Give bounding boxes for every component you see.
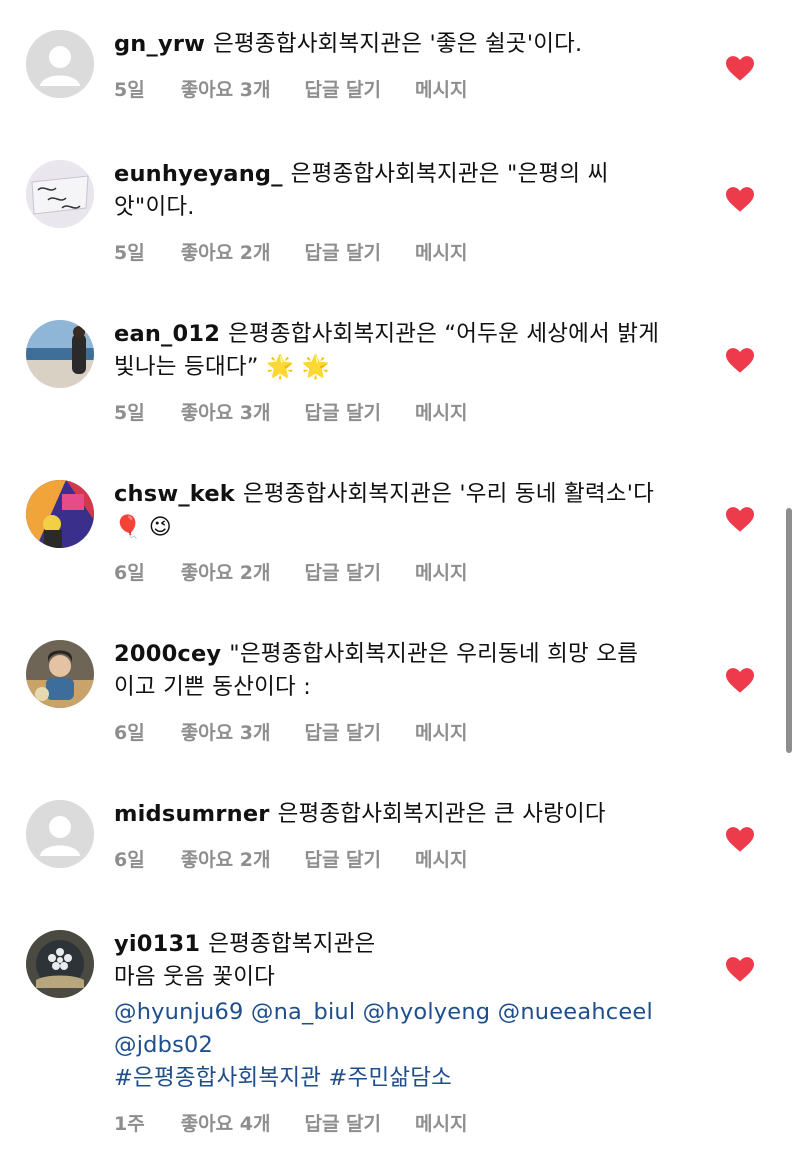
flower-avatar[interactable] [26, 930, 94, 998]
reply-button[interactable]: 답글 달기 [304, 75, 381, 102]
reply-button[interactable]: 답글 달기 [304, 558, 381, 585]
message-button[interactable]: 메시지 [415, 558, 467, 585]
likes-count[interactable]: 좋아요 3개 [181, 398, 271, 425]
message-button[interactable]: 메시지 [415, 718, 467, 745]
likes-count[interactable]: 좋아요 3개 [181, 75, 271, 102]
comment-username[interactable]: chsw_kek [114, 481, 235, 507]
message-button[interactable]: 메시지 [415, 75, 467, 102]
comment-username[interactable]: 2000cey [114, 641, 221, 667]
heart-icon[interactable] [726, 957, 754, 983]
comment-text: midsumrner 은평종합사회복지관은 큰 사랑이다 [114, 801, 606, 827]
message-button[interactable]: 메시지 [415, 238, 467, 265]
comment-text: 2000cey "은평종합사회복지관은 우리동네 희망 오름 이고 기쁜 동산이다… [114, 641, 639, 700]
reply-button[interactable]: 답글 달기 [304, 718, 381, 745]
default-avatar[interactable] [26, 30, 94, 98]
scrollbar[interactable] [786, 508, 792, 753]
heart-icon[interactable] [726, 348, 754, 374]
beach-avatar[interactable] [26, 320, 94, 388]
comment-username[interactable]: ean_012 [114, 321, 220, 347]
message-button[interactable]: 메시지 [415, 845, 467, 872]
comment-text: yi0131 은평종합복지관은 마음 웃음 꽃이다 [114, 931, 376, 990]
reply-button[interactable]: 답글 달기 [304, 845, 381, 872]
heart-icon[interactable] [726, 668, 754, 694]
comment-username[interactable]: eunhyeyang_ [114, 161, 283, 187]
comment-text: eunhyeyang_ 은평종합사회복지관은 "은평의 씨 앗"이다. [114, 161, 609, 220]
likes-count[interactable]: 좋아요 4개 [181, 1109, 271, 1136]
mention-links[interactable]: @hyunju69 @na_biul @hyolyeng @nueeahceel… [114, 996, 694, 1095]
likes-count[interactable]: 좋아요 3개 [181, 718, 271, 745]
person-avatar[interactable] [26, 640, 94, 708]
likes-count[interactable]: 좋아요 2개 [181, 845, 271, 872]
likes-count[interactable]: 좋아요 2개 [181, 558, 271, 585]
default-avatar[interactable] [26, 800, 94, 868]
comment-time: 1주 [114, 1113, 145, 1135]
comment-username[interactable]: midsumrner [114, 801, 270, 827]
likes-count[interactable]: 좋아요 2개 [181, 238, 271, 265]
heart-icon[interactable] [726, 827, 754, 853]
comment-time: 6일 [114, 562, 145, 584]
comment-time: 5일 [114, 242, 145, 264]
comment-username[interactable]: yi0131 [114, 931, 200, 957]
hashtag-links[interactable]: #은평종합사회복지관 #주민삶담소 [114, 1065, 452, 1091]
comment-text: ean_012 은평종합사회복지관은 “어두운 세상에서 밝게 빛나는 등대다” … [114, 321, 660, 380]
comment-meta: 6일 좋아요 2개 답글 달기 메시지 [114, 845, 694, 872]
heart-icon[interactable] [726, 507, 754, 533]
comment-username[interactable]: gn_yrw [114, 31, 205, 57]
comment-meta: 6일 좋아요 2개 답글 달기 메시지 [114, 558, 694, 585]
comment-meta: 5일 좋아요 3개 답글 달기 메시지 [114, 75, 694, 102]
reply-button[interactable]: 답글 달기 [304, 1109, 381, 1136]
heart-icon[interactable] [726, 187, 754, 213]
comment-text: chsw_kek 은평종합사회복지관은 '우리 동네 활력소'다 🎈 😉 [114, 481, 654, 540]
message-button[interactable]: 메시지 [415, 1109, 467, 1136]
comment-meta: 5일 좋아요 2개 답글 달기 메시지 [114, 238, 694, 265]
reply-button[interactable]: 답글 달기 [304, 238, 381, 265]
comment-time: 6일 [114, 849, 145, 871]
reply-button[interactable]: 답글 달기 [304, 398, 381, 425]
handwriting-avatar[interactable] [26, 160, 94, 228]
comment-time: 6일 [114, 722, 145, 744]
message-button[interactable]: 메시지 [415, 398, 467, 425]
colorful-avatar[interactable] [26, 480, 94, 548]
comment-meta: 5일 좋아요 3개 답글 달기 메시지 [114, 398, 694, 425]
comment-meta: 6일 좋아요 3개 답글 달기 메시지 [114, 718, 694, 745]
heart-icon[interactable] [726, 56, 754, 82]
comment-time: 5일 [114, 402, 145, 424]
comment-time: 5일 [114, 79, 145, 101]
comment-meta: 1주 좋아요 4개 답글 달기 메시지 [114, 1109, 694, 1136]
comment-text: gn_yrw 은평종합사회복지관은 '좋은 쉴곳'이다. [114, 31, 583, 57]
